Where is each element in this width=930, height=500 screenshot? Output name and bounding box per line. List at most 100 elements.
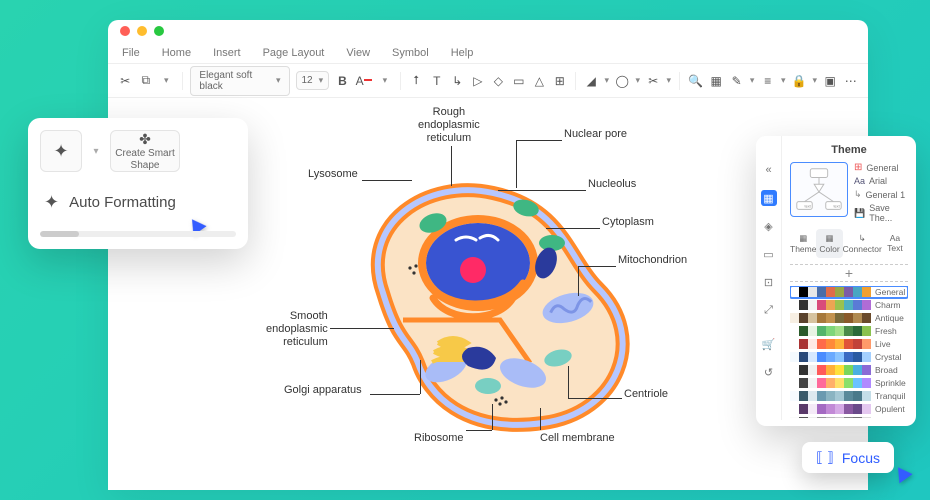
palette-row[interactable]: Tranquil: [790, 390, 908, 402]
palette-row[interactable]: Crystal: [790, 351, 908, 363]
theme-tabs: ▦Theme ▦Color ↳Connector AaText: [790, 229, 908, 258]
focus-icon: ⟦ ⟧: [816, 449, 834, 466]
palette-row[interactable]: Sprinkle: [790, 377, 908, 389]
palette-name: Fresh: [875, 326, 908, 336]
titlebar: [108, 20, 868, 42]
menu-view[interactable]: View: [346, 47, 370, 59]
palette-row[interactable]: Placid: [790, 416, 908, 418]
group-icon[interactable]: ⊞: [553, 73, 568, 89]
palette-name: Opulent: [875, 404, 908, 414]
menu-symbol[interactable]: Symbol: [392, 47, 429, 59]
paste-dropdown-icon[interactable]: ▾: [159, 73, 174, 89]
menu-file[interactable]: File: [122, 47, 140, 59]
layers-icon[interactable]: ▣: [823, 73, 838, 89]
align-icon[interactable]: ≡: [760, 73, 775, 89]
progress-bar: [40, 231, 236, 237]
palette-row[interactable]: Live: [790, 338, 908, 350]
palette-row[interactable]: Opulent: [790, 403, 908, 415]
window-minimize-dot[interactable]: [137, 26, 147, 36]
tab-theme[interactable]: ▦Theme: [790, 229, 816, 258]
rail-collapse-icon[interactable]: «: [761, 162, 777, 178]
label-smooth-er: Smoothendoplasmicreticulum: [266, 310, 328, 350]
label-cytoplasm: Cytoplasm: [602, 216, 654, 229]
add-palette-button[interactable]: +: [790, 264, 908, 282]
pen-icon[interactable]: ✎: [729, 73, 744, 89]
tab-color[interactable]: ▦Color: [816, 229, 842, 258]
rail-page-icon[interactable]: ▭: [761, 246, 777, 262]
chevron-down-icon: ▾: [319, 75, 324, 86]
palette-name: Live: [875, 339, 908, 349]
menu-home[interactable]: Home: [162, 47, 191, 59]
chevron-down-icon[interactable]: ▾: [90, 130, 102, 172]
font-color-dropdown-icon[interactable]: ▾: [378, 73, 393, 89]
palette-list[interactable]: General Charm Antique Fresh Live Crystal Broad…: [790, 286, 908, 418]
menu-insert[interactable]: Insert: [213, 47, 241, 59]
more-icon[interactable]: ⋯: [843, 73, 858, 89]
cut-icon[interactable]: ✂: [118, 73, 133, 89]
font-size-select[interactable]: 12 ▾: [296, 71, 330, 90]
triangle-icon[interactable]: △: [532, 73, 547, 89]
label-mitochondrion: Mitochondrion: [618, 254, 687, 267]
font-size-value: 12: [302, 75, 313, 86]
tab-text[interactable]: AaText: [882, 229, 908, 258]
palette-name: Crystal: [875, 352, 908, 362]
grid-icon[interactable]: ▦: [709, 73, 724, 89]
rail-history-icon[interactable]: ↺: [761, 364, 777, 380]
rail-layers-icon[interactable]: ◈: [761, 218, 777, 234]
palette-name: Antique: [875, 313, 908, 323]
select-icon[interactable]: ▷: [471, 73, 486, 89]
copy-icon[interactable]: ⧉: [139, 73, 154, 89]
rail-expand-icon[interactable]: ⤢: [761, 302, 777, 318]
palette-row[interactable]: Antique: [790, 312, 908, 324]
text-tool-icon[interactable]: T: [430, 73, 445, 89]
create-smart-shape-button[interactable]: ✤ Create SmartShape: [110, 130, 180, 172]
palette-row[interactable]: Broad: [790, 364, 908, 376]
label-ribosome: Ribosome: [414, 432, 464, 445]
chevron-down-icon: ▾: [276, 75, 281, 86]
window-close-dot[interactable]: [120, 26, 130, 36]
theme-quick-list: ⊞General AaArial ↳General 1 💾Save The...: [854, 162, 908, 223]
label-cell-membrane: Cell membrane: [540, 432, 615, 445]
font-family-select[interactable]: Elegant soft black ▾: [190, 66, 289, 96]
rail-nav-icon[interactable]: ⊡: [761, 274, 777, 290]
theme-rail: « ▦ ◈ ▭ ⊡ ⤢ 🛒 ↺: [756, 136, 782, 420]
palette-row[interactable]: Charm: [790, 299, 908, 311]
label-nuclear-pore: Nuclear pore: [564, 128, 627, 141]
svg-text:text: text: [805, 204, 812, 208]
auto-formatting-button[interactable]: ✦ Auto Formatting: [40, 184, 236, 221]
rail-theme-icon[interactable]: ▦: [761, 190, 777, 206]
palette-row[interactable]: Fresh: [790, 325, 908, 337]
palette-row[interactable]: General: [790, 286, 908, 298]
quick-general1[interactable]: ↳General 1: [854, 189, 908, 200]
rail-cart-icon[interactable]: 🛒: [761, 336, 777, 352]
connector-icon[interactable]: ↳: [450, 73, 465, 89]
theme-panel: « ▦ ◈ ▭ ⊡ ⤢ 🛒 ↺ Theme texttext ⊞G: [756, 136, 916, 426]
quick-arial[interactable]: AaArial: [854, 176, 908, 186]
palette-name: Charm: [875, 300, 908, 310]
focus-button[interactable]: ⟦ ⟧ Focus: [802, 442, 894, 473]
search-icon[interactable]: 🔍: [688, 73, 703, 89]
palette-name: Broad: [875, 365, 908, 375]
sparkle-icon[interactable]: ✦: [40, 130, 82, 172]
lock-icon[interactable]: 🔒: [791, 73, 806, 89]
fill-icon[interactable]: ◢: [584, 73, 599, 89]
pointer-icon[interactable]: ⭡: [409, 73, 424, 89]
focus-label: Focus: [842, 450, 880, 466]
quick-save[interactable]: 💾Save The...: [854, 203, 908, 223]
menu-page-layout[interactable]: Page Layout: [263, 47, 325, 59]
quick-general[interactable]: ⊞General: [854, 162, 908, 173]
app-window: File Home Insert Page Layout View Symbol…: [108, 20, 868, 490]
label-golgi: Golgi apparatus: [284, 384, 362, 397]
auto-formatting-label: Auto Formatting: [69, 194, 176, 211]
theme-preview[interactable]: texttext: [790, 162, 848, 217]
menu-help[interactable]: Help: [451, 47, 474, 59]
bold-icon[interactable]: B: [335, 73, 350, 89]
font-color-icon[interactable]: A: [356, 73, 372, 89]
shape-icon[interactable]: ◇: [491, 73, 506, 89]
outline-icon[interactable]: ◯: [615, 73, 630, 89]
cell-diagram: [328, 148, 648, 448]
crop-icon[interactable]: ✂: [646, 73, 661, 89]
window-zoom-dot[interactable]: [154, 26, 164, 36]
tab-connector[interactable]: ↳Connector: [843, 229, 882, 258]
rect-icon[interactable]: ▭: [512, 73, 527, 89]
